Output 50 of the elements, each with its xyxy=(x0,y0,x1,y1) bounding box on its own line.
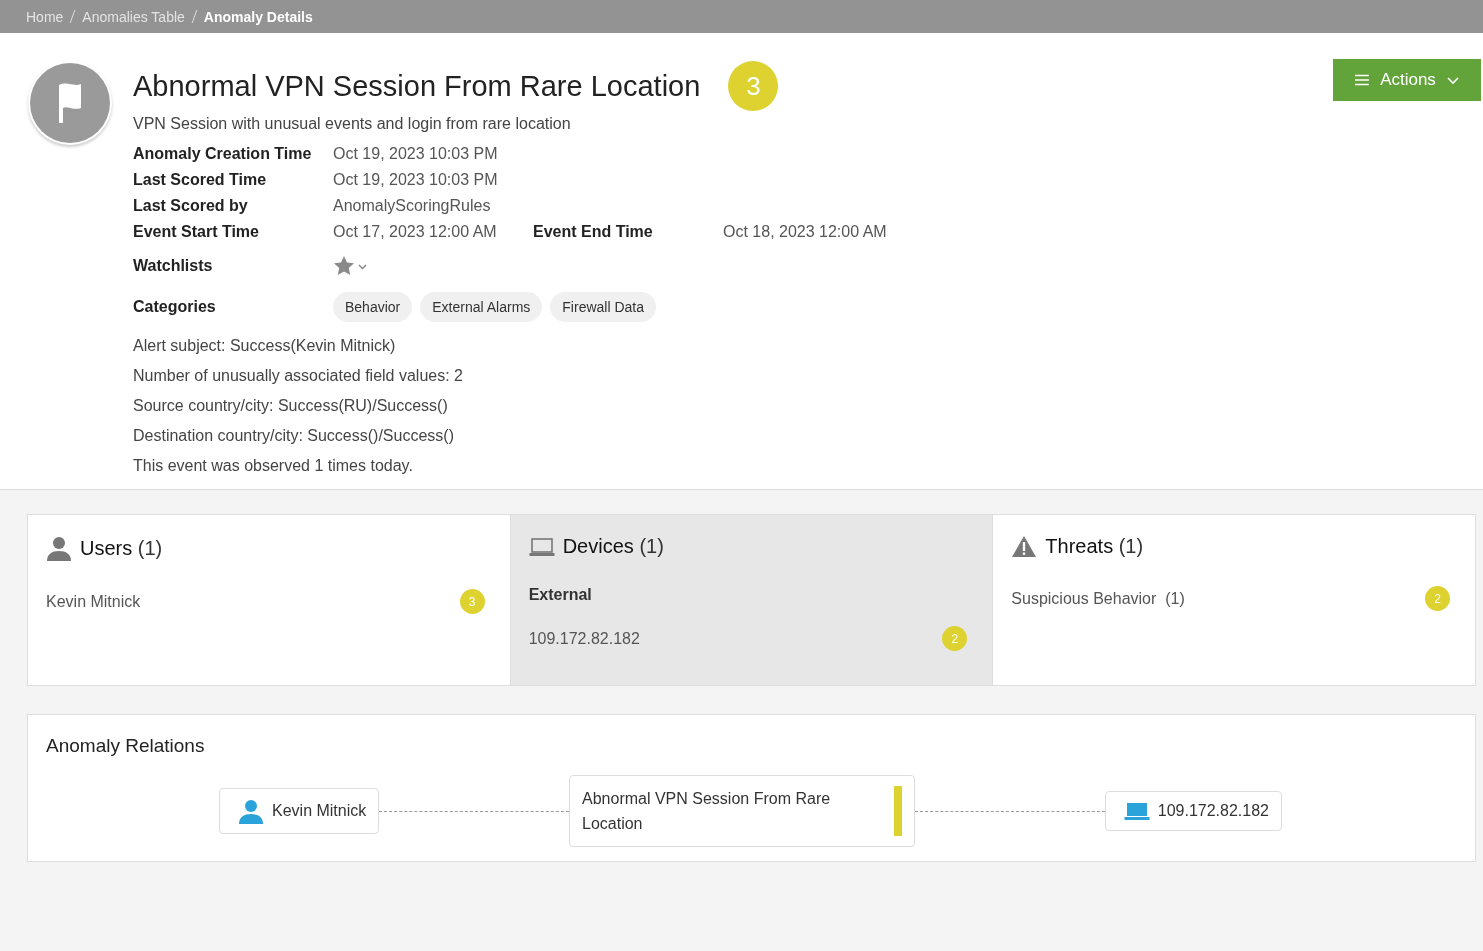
alert-note: Number of unusually associated field values: 2 xyxy=(133,367,464,385)
panel-title: Users (1) xyxy=(80,536,163,560)
section-title: Anomaly Relations xyxy=(46,735,206,757)
user-node[interactable]: Kevin Mitnick xyxy=(219,788,380,834)
entry-link[interactable]: 109.172.82.182 xyxy=(528,629,640,648)
field-label: Anomaly Creation Time xyxy=(133,145,313,163)
panel-title: Devices (1) xyxy=(562,535,664,558)
warning-icon xyxy=(1011,535,1038,558)
alert-note: This event was observed 1 times today. xyxy=(133,457,414,475)
field-value: Oct 17, 2023 12:00 AM xyxy=(333,223,498,241)
panel-title: Threats (1) xyxy=(1045,535,1144,558)
field-label: Event Start Time xyxy=(133,223,260,241)
score-badge: 2 xyxy=(1425,586,1450,611)
anomaly-node[interactable]: Abnormal VPN Session From Rare Location xyxy=(569,775,915,847)
anomaly-title: Abnormal VPN Session From Rare Location xyxy=(133,69,701,103)
star-dropdown[interactable] xyxy=(333,255,369,277)
alert-note: Source country/city: Success(RU)/Success() xyxy=(133,397,449,415)
flag-icon xyxy=(28,61,112,145)
category-tag: External Alarms xyxy=(420,292,543,322)
field-value: Oct 19, 2023 10:03 PM xyxy=(333,171,499,189)
score-badge: 3 xyxy=(728,61,779,111)
anomaly-description: VPN Session with unusual events and login from rare location xyxy=(133,115,572,133)
field-label: Last Scored by xyxy=(133,197,249,215)
threats-panel[interactable]: Threats (1) Suspicious Behavior (1) 2 xyxy=(993,515,1475,685)
menu-icon xyxy=(1354,74,1371,86)
field-label: Categories xyxy=(133,298,217,316)
category-tag: Firewall Data xyxy=(550,292,656,322)
users-panel[interactable]: Users (1) Kevin Mitnick 3 xyxy=(28,515,511,685)
laptop-icon xyxy=(1123,801,1150,821)
devices-panel[interactable]: Devices (1) External 109.172.82.182 2 xyxy=(510,515,994,685)
group-heading: External xyxy=(528,586,592,603)
device-node[interactable]: 109.172.82.182 xyxy=(1104,791,1282,831)
person-icon xyxy=(238,798,264,824)
alert-note: Alert subject: Success(Kevin Mitnick) xyxy=(133,337,397,355)
entry-link[interactable]: Kevin Mitnick xyxy=(46,592,141,611)
caret-icon xyxy=(1445,75,1460,85)
score-badge: 3 xyxy=(459,589,485,614)
field-value: Oct 18, 2023 12:00 AM xyxy=(723,223,887,241)
laptop-icon xyxy=(528,536,555,557)
field-label: Watchlists xyxy=(133,257,214,275)
entry-link[interactable]: Suspicious Behavior (1) xyxy=(1011,589,1185,608)
field-value: Oct 19, 2023 10:03 PM xyxy=(333,145,499,163)
field-label: Last Scored Time xyxy=(133,171,268,189)
field-label: Event End Time xyxy=(533,223,654,241)
alert-note: Destination country/city: Success()/Success() xyxy=(133,427,455,445)
category-tag: Behavior xyxy=(333,292,413,322)
person-icon xyxy=(46,535,72,561)
score-badge: 2 xyxy=(942,626,968,651)
severity-bar xyxy=(894,786,902,836)
field-value: AnomalyScoringRules xyxy=(333,197,492,215)
